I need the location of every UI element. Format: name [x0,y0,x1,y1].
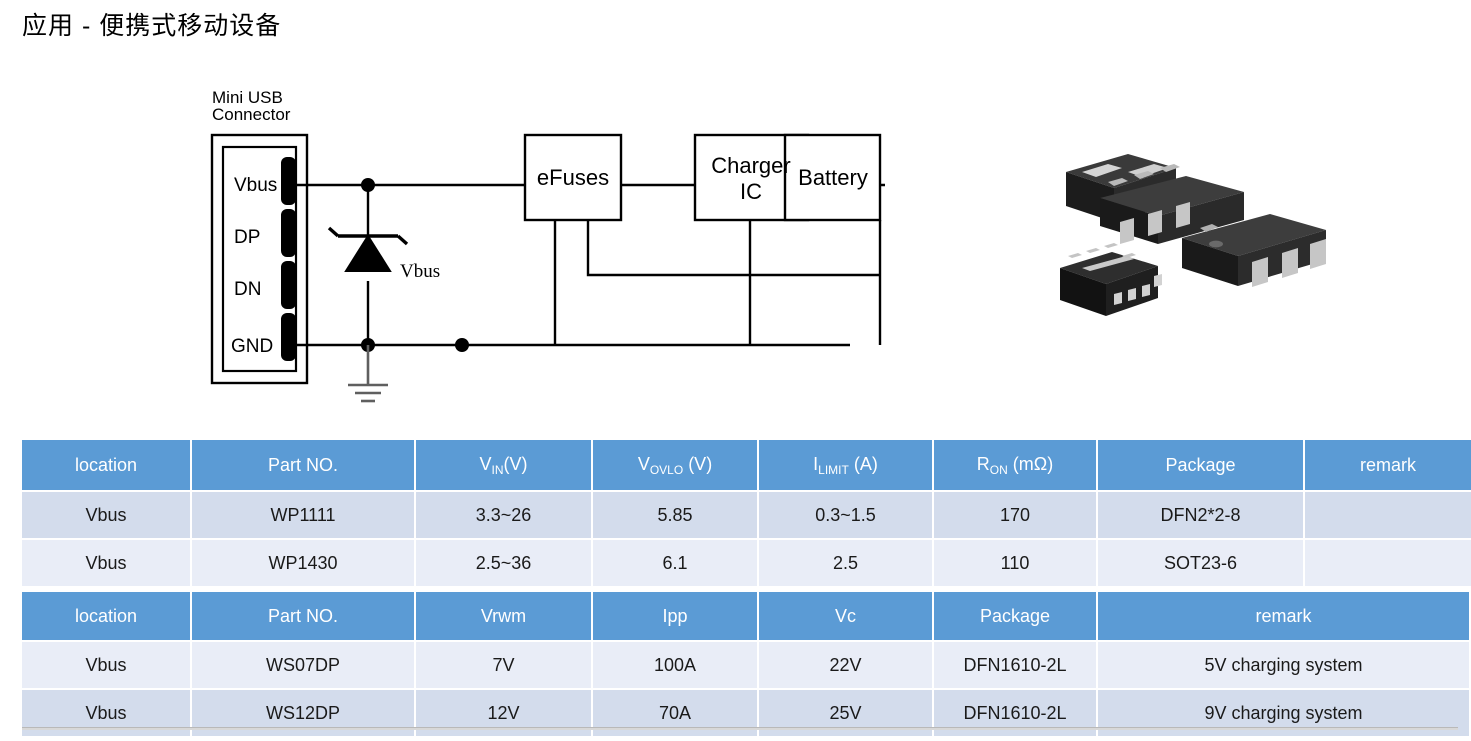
wire-efuses-aux [586,220,880,277]
tvs-parts-table: location Part NO. Vrwm Ipp Vc Package re… [20,590,1471,738]
col-header-ilimit: ILIMIT (A) [759,440,932,490]
page-title: 应用 - 便携式移动设备 [22,12,282,40]
cell-part-no: WS07DP [192,642,414,688]
cell-location: Vbus [22,540,190,586]
table-header-row: location Part NO. Vrwm Ipp Vc Package re… [22,592,1469,640]
pin-label-dn: DN [234,279,261,300]
cell-ilimit: 2.5 [759,540,932,586]
cell-part-no: WP1111 [192,492,414,538]
col-header-package: Package [934,592,1096,640]
cell-vc: 22V [759,642,932,688]
col-header-location: location [22,592,190,640]
block-label-charger-line1: Charger [711,153,790,178]
cell-ron: 110 [934,540,1096,586]
application-schematic-diagram: Mini USB Connector Vbus DP DN GND Vbus e… [190,85,910,415]
col-header-location: location [22,440,190,490]
block-label-charger-line2: IC [740,179,762,204]
col-header-part-no: Part NO. [192,592,414,640]
pin-label-gnd: GND [231,336,273,357]
cell-vovlo: 6.1 [593,540,757,586]
block-label-efuses: eFuses [537,165,609,190]
table-row: Vbus WP1111 3.3~26 5.85 0.3~1.5 170 DFN2… [22,492,1471,538]
block-label-battery: Battery [798,165,868,190]
col-header-part-no: Part NO. [192,440,414,490]
ground-symbol [348,345,388,403]
pin-label-vbus: Vbus [234,175,277,196]
col-header-vrwm: Vrwm [416,592,591,640]
bottom-divider [22,727,1458,730]
pin-label-dp: DP [234,227,260,248]
cell-remark [1305,492,1471,538]
col-header-remark: remark [1305,440,1471,490]
usb-connector-label-line2: Connector [212,105,291,124]
cell-location: Vbus [22,492,190,538]
cell-ilimit: 0.3~1.5 [759,492,932,538]
col-header-vovlo: VOVLO (V) [593,440,757,490]
package-pin1-dot [1209,240,1223,248]
cell-remark [1305,540,1471,586]
cell-vin: 3.3~26 [416,492,591,538]
cell-location: Vbus [22,642,190,688]
table-row: Vbus WP1430 2.5~36 6.1 2.5 110 SOT23-6 [22,540,1471,586]
tvs-diode-symbol [327,226,409,272]
cell-package: DFN2*2-8 [1098,492,1303,538]
dfn2x2-8-package-image [1060,243,1162,316]
col-header-vc: Vc [759,592,932,640]
col-header-remark: remark [1098,592,1469,640]
cell-vrwm: 7V [416,642,591,688]
efuse-parts-table: location Part NO. VIN(V) VOVLO (V) ILIMI… [20,438,1471,588]
col-header-ron: RON (mΩ) [934,440,1096,490]
cell-package: SOT23-6 [1098,540,1303,586]
col-header-vin: VIN(V) [416,440,591,490]
cell-ipp: 100A [593,642,757,688]
cell-remark: 5V charging system [1098,642,1469,688]
table-header-row: location Part NO. VIN(V) VOVLO (V) ILIMI… [22,440,1471,490]
cell-vovlo: 5.85 [593,492,757,538]
cell-part-no: WP1430 [192,540,414,586]
tvs-diode-label: Vbus [400,261,440,282]
cell-ron: 170 [934,492,1096,538]
col-header-ipp: Ipp [593,592,757,640]
package-photos-group [1030,110,1450,360]
col-header-package: Package [1098,440,1303,490]
cell-package: DFN1610-2L [934,642,1096,688]
table-row: Vbus WS07DP 7V 100A 22V DFN1610-2L 5V ch… [22,642,1469,688]
cell-vin: 2.5~36 [416,540,591,586]
